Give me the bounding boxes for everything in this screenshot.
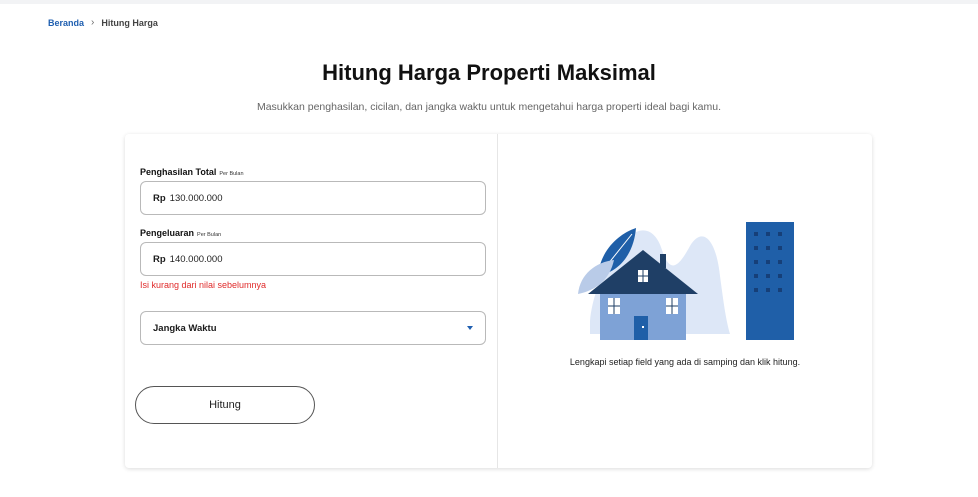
expense-currency: Rp bbox=[153, 253, 166, 265]
calculator-form: Penghasilan TotalPer Bulan Rp Pengeluara… bbox=[125, 134, 498, 468]
top-divider bbox=[0, 0, 978, 4]
expense-per-label: Per Bulan bbox=[197, 232, 222, 238]
caret-down-icon bbox=[467, 326, 473, 330]
breadcrumb: Beranda › Hitung Harga bbox=[48, 17, 158, 28]
calculate-button[interactable]: Hitung bbox=[135, 386, 315, 424]
income-per-label: Per Bulan bbox=[219, 171, 244, 177]
expense-label-text: Pengeluaran bbox=[140, 228, 195, 238]
term-select-label: Jangka Waktu bbox=[153, 322, 217, 334]
expense-input[interactable] bbox=[169, 253, 390, 265]
calculator-card: Penghasilan TotalPer Bulan Rp Pengeluara… bbox=[125, 134, 872, 468]
income-label-text: Penghasilan Total bbox=[140, 167, 217, 177]
expense-error-message: Isi kurang dari nilai sebelumnya bbox=[140, 280, 267, 290]
chevron-right-icon: › bbox=[91, 17, 95, 28]
income-field[interactable]: Rp bbox=[140, 181, 486, 215]
income-input[interactable] bbox=[169, 192, 390, 204]
term-select[interactable]: Jangka Waktu bbox=[140, 311, 486, 345]
result-hint: Lengkapi setiap field yang ada di sampin… bbox=[569, 357, 801, 367]
expense-label: Pengeluaran Per Bulan bbox=[140, 228, 221, 238]
breadcrumb-home-link[interactable]: Beranda bbox=[48, 18, 84, 28]
expense-field[interactable]: Rp bbox=[140, 242, 486, 276]
result-panel: Lengkapi setiap field yang ada di sampin… bbox=[498, 134, 872, 468]
page-title: Hitung Harga Properti Maksimal bbox=[322, 60, 656, 85]
breadcrumb-current: Hitung Harga bbox=[101, 17, 158, 28]
house-building-illustration bbox=[578, 222, 794, 340]
page-subtitle: Masukkan penghasilan, cicilan, dan jangk… bbox=[256, 101, 722, 113]
income-currency: Rp bbox=[153, 192, 166, 204]
income-label: Penghasilan Total Per Bulan bbox=[140, 167, 244, 177]
